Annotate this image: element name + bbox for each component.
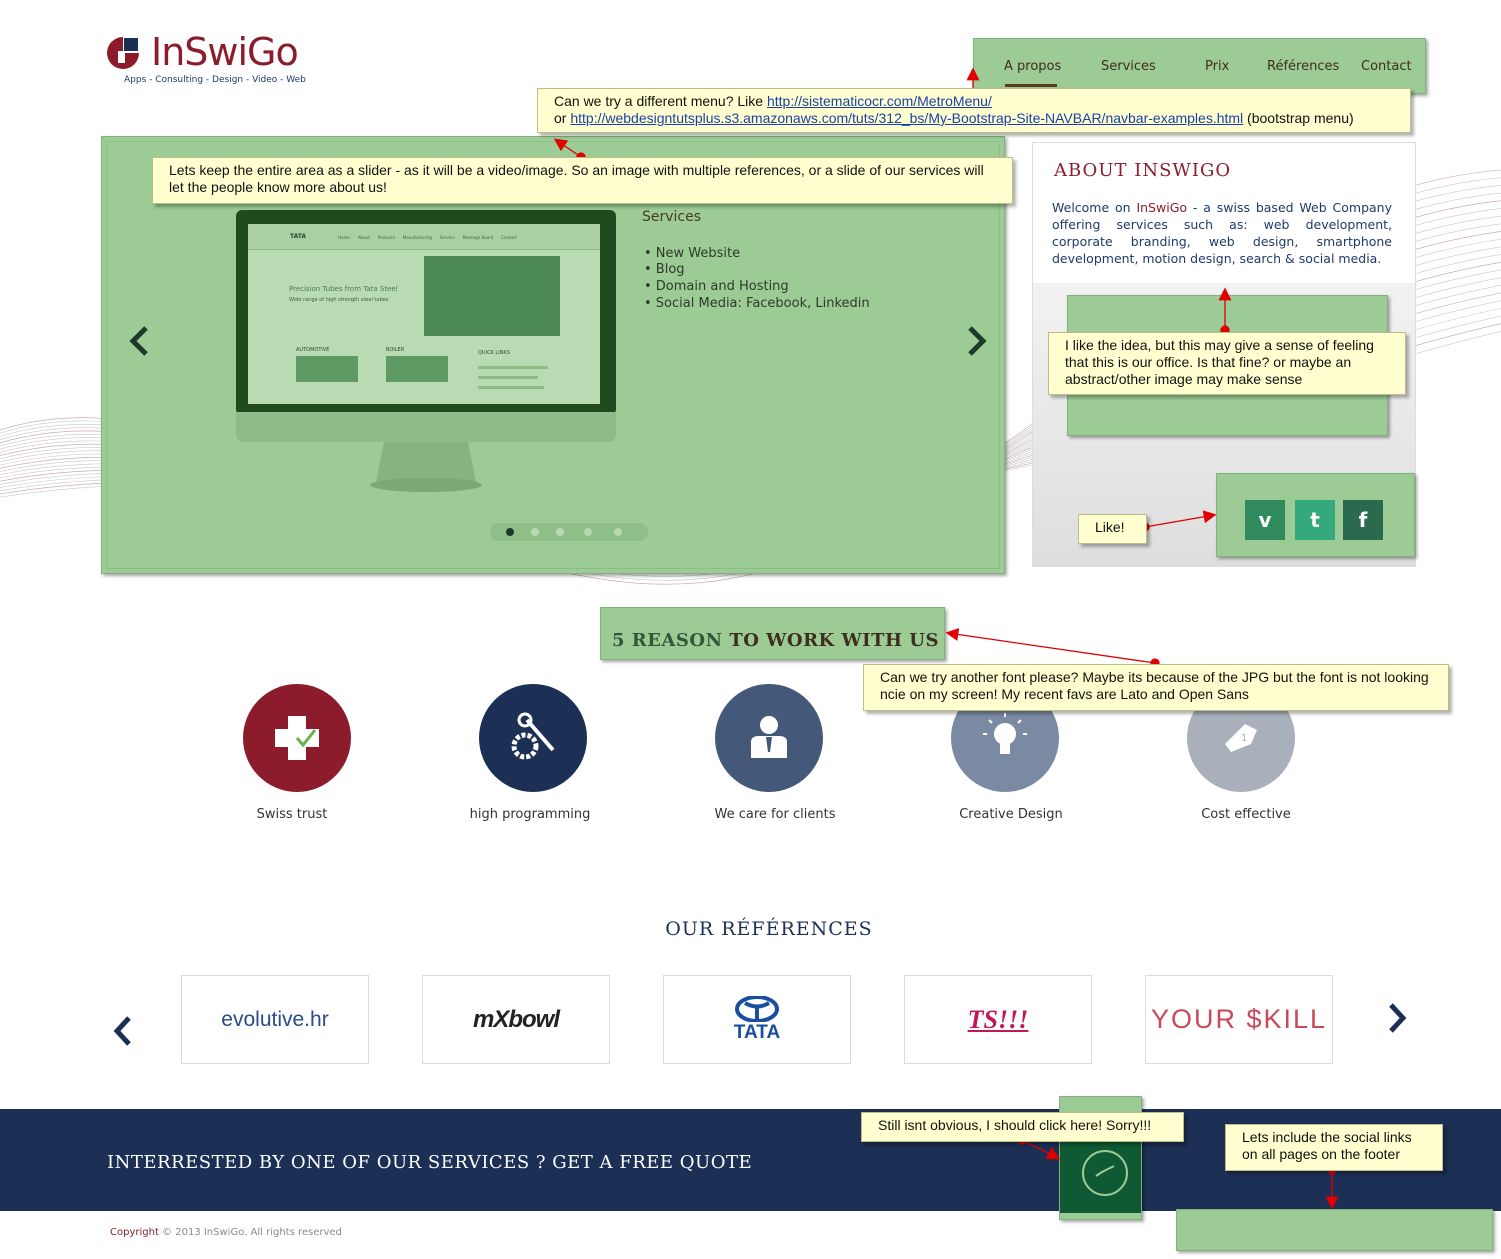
slider-dot[interactable]	[584, 528, 592, 536]
reason-label: high programming	[469, 807, 591, 822]
footer-social-highlight	[1176, 1209, 1493, 1251]
reference-logo-yourskill: YOUR $KILL	[1150, 1004, 1328, 1034]
slide-service-item: • New Website	[644, 246, 741, 261]
wrench-gear-icon	[479, 684, 587, 792]
logo-icon[interactable]	[106, 36, 140, 70]
note-social-footer: Lets include the social links on all pag…	[1225, 1124, 1443, 1171]
screen-section-label: QUICK LINKS	[478, 350, 510, 356]
monitor-stand-base	[370, 478, 482, 492]
reasons-title-prefix: 5 REASON	[612, 630, 730, 651]
reference-card[interactable]: TATA	[663, 975, 851, 1064]
nav-item-services[interactable]: Services	[1101, 59, 1156, 74]
reference-card[interactable]: mXbowl	[422, 975, 610, 1064]
screen-text-line	[478, 376, 538, 379]
note-slider: Lets keep the entire area as a slider - …	[152, 157, 1013, 204]
reference-card[interactable]: YOUR $KILL	[1145, 975, 1333, 1064]
nav-active-indicator	[1005, 84, 1057, 87]
screen-thumbnail	[296, 356, 358, 382]
screen-nav-link: Message Board	[462, 235, 494, 240]
logo-tagline: Apps - Consulting - Design - Video - Web	[124, 75, 306, 85]
note-menu-link2[interactable]: http://webdesigntutsplus.s3.amazonaws.co…	[570, 110, 1243, 126]
reason-label: Swiss trust	[256, 807, 328, 822]
slider-dot[interactable]	[556, 528, 564, 536]
slide-service-item: • Social Media: Facebook, Linkedin	[644, 296, 870, 311]
references-next-chevron-icon[interactable]	[1384, 1002, 1410, 1034]
vimeo-icon[interactable]: v	[1245, 500, 1285, 540]
reason-label: Cost effective	[1201, 807, 1291, 822]
reason-label: Creative Design	[959, 807, 1063, 822]
quote-cta-text[interactable]: INTERRESTED BY ONE OF OUR SERVICES ? GET…	[107, 1152, 752, 1173]
reference-card[interactable]: TS!!!	[904, 975, 1092, 1064]
screen-text-line	[478, 366, 548, 369]
about-text-prefix: Welcome on	[1052, 200, 1137, 215]
monitor-chin	[236, 412, 616, 442]
reference-logo-evolutive: evolutive.hr	[221, 1007, 329, 1031]
slide-services-title: Services	[642, 209, 702, 225]
reasons-title: 5 REASON TO WORK WITH US	[612, 630, 939, 651]
screen-subline: Wide range of high strength steel tubes	[289, 297, 389, 303]
reasons-title-rest: TO WORK WITH US	[729, 630, 939, 651]
screen-nav-link: Service	[439, 235, 455, 240]
slider-dot[interactable]	[531, 528, 539, 536]
slide-service-item: • Domain and Hosting	[644, 279, 789, 294]
note-menu: Can we try a different menu? Like http:/…	[537, 88, 1411, 133]
screen-factory-image	[424, 256, 560, 336]
slider-dot[interactable]	[506, 528, 514, 536]
note-menu-line2-suffix: (bootstrap menu)	[1243, 110, 1354, 126]
screen-nav-link: Products	[377, 235, 395, 240]
twitter-icon[interactable]: t	[1295, 500, 1335, 540]
note-menu-line2: or	[554, 110, 571, 126]
facebook-icon[interactable]: f	[1343, 500, 1383, 540]
slider-next-chevron-icon[interactable]	[962, 325, 990, 357]
screen-nav-link: Manufacturing	[402, 235, 432, 240]
screen-nav-link: About	[357, 235, 370, 240]
note-click: Still isnt obvious, I should click here!…	[861, 1112, 1184, 1142]
references-title: OUR RÉFÉRENCES	[665, 918, 873, 940]
reason-label: We care for clients	[714, 807, 836, 822]
monitor-stand	[376, 442, 476, 482]
screen-nav-links: Home About Products Manufacturing Servic…	[338, 235, 538, 243]
reference-card[interactable]: evolutive.hr	[181, 975, 369, 1064]
nav-item-a-propos[interactable]: A propos	[1004, 59, 1061, 74]
reference-logo-ts: TS!!!	[967, 1004, 1029, 1034]
svg-text:1: 1	[1241, 733, 1247, 744]
screen-nav-link: Home	[338, 235, 350, 240]
person-icon	[715, 684, 823, 792]
note-like: Like!	[1078, 514, 1147, 544]
slide-service-item: • Blog	[644, 262, 685, 277]
reference-logo-tata: TATA	[733, 1021, 781, 1043]
about-text-brand: InSwiGo	[1136, 200, 1188, 215]
copyright: Copyright © 2013 InSwiGo. All rights res…	[110, 1227, 342, 1238]
about-title: ABOUT INSWIGO	[1054, 160, 1232, 181]
copyright-word: Copyright	[110, 1227, 159, 1238]
nav-item-contact[interactable]: Contact	[1361, 59, 1412, 74]
screen-brand: TATA	[290, 233, 307, 240]
screen-nav-link: Contact	[501, 235, 517, 240]
note-menu-line1: Can we try a different menu? Like	[554, 93, 767, 109]
checkmark-icon[interactable]	[1082, 1150, 1128, 1196]
tata-emblem-icon	[735, 995, 779, 1022]
reference-logo-mxbowl: mXbowl	[472, 1005, 560, 1033]
note-office: I like the idea, but this may give a sen…	[1048, 332, 1406, 395]
logo-wordmark[interactable]: InSwiGo	[151, 30, 299, 74]
swiss-cross-icon	[243, 684, 351, 792]
screen-text-line	[478, 386, 544, 389]
about-text: Welcome on InSwiGo - a swiss based Web C…	[1052, 199, 1392, 267]
slider-dot[interactable]	[614, 528, 622, 536]
screen-headline: Precision Tubes from Tata Steel	[289, 285, 398, 293]
references-prev-chevron-icon[interactable]	[110, 1015, 136, 1047]
nav-item-references[interactable]: Références	[1267, 59, 1339, 74]
copyright-text: © 2013 InSwiGo. All rights reserved	[158, 1227, 342, 1238]
screen-section-label: BOILER	[386, 347, 405, 353]
nav-item-prix[interactable]: Prix	[1205, 59, 1229, 74]
note-menu-link1[interactable]: http://sistematicocr.com/MetroMenu/	[767, 93, 992, 109]
screen-thumbnail	[386, 356, 448, 382]
screen-section-label: AUTOMOTIVE	[296, 347, 330, 353]
slider-prev-chevron-icon[interactable]	[126, 325, 154, 357]
note-font: Can we try another font please? Maybe it…	[863, 664, 1449, 711]
